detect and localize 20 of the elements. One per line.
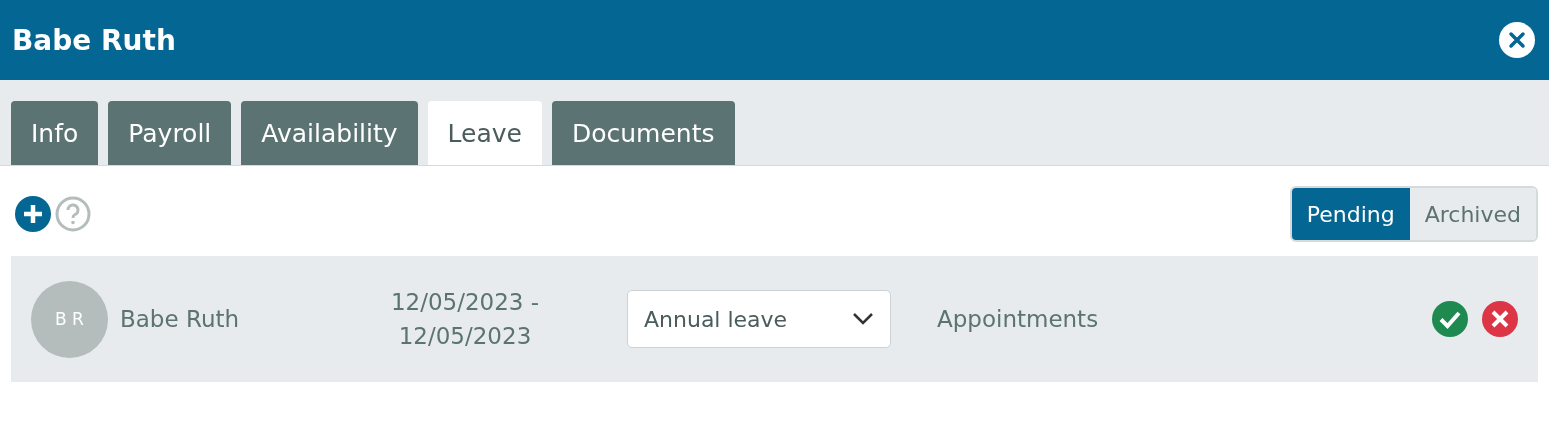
employee-name: Babe Ruth	[120, 306, 241, 332]
reject-icon[interactable]	[1482, 301, 1518, 337]
start-date: 12/05/2023 -	[390, 289, 540, 315]
filter-toggle[interactable]: Pending	[1291, 188, 1410, 240]
avatar: B R	[31, 280, 108, 358]
tab[interactable]: Availability	[241, 101, 418, 165]
leave-reason: Appointments	[937, 306, 1100, 332]
end-date: 12/05/2023	[398, 323, 532, 349]
filter-toggle[interactable]: Archived	[1409, 188, 1536, 240]
close-button[interactable]	[1499, 22, 1535, 58]
leave-type-select[interactable]: Annual leave	[627, 290, 891, 348]
tab[interactable]: Info	[11, 101, 99, 165]
tab[interactable]: Payroll	[108, 101, 232, 165]
tab[interactable]: Documents	[551, 101, 735, 165]
tab[interactable]: Leave	[427, 101, 542, 165]
approve-icon[interactable]	[1432, 301, 1468, 337]
add-icon[interactable]	[15, 196, 51, 232]
close-icon	[1507, 30, 1527, 50]
caret-icon	[852, 312, 874, 326]
window-title: Babe Ruth	[12, 23, 176, 57]
